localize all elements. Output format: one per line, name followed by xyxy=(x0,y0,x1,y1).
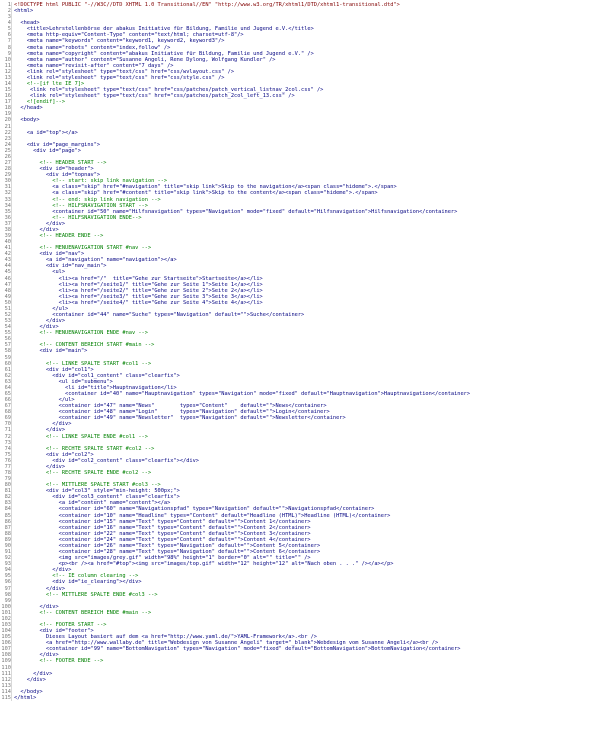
source-code-view: 1 2 3 4 5 6 7 8 9 10 11 12 13 14 15 16 17 18 19 20 21 22 23 24 2… xyxy=(0,0,600,753)
line-number-gutter: 1 2 3 4 5 6 7 8 9 10 11 12 13 14 15 16 17 18 19 20 21 22 23 24 2… xyxy=(0,2,12,701)
line-number: 100 xyxy=(1,603,11,610)
line-number: 114 xyxy=(1,688,11,695)
line-number: 112 xyxy=(1,676,11,683)
line-number: 113 xyxy=(1,682,11,689)
line-number: 109 xyxy=(1,658,11,665)
code-line: </html> xyxy=(14,694,37,701)
line-number: 111 xyxy=(1,670,11,677)
line-number: 101 xyxy=(1,609,11,616)
line-number: 110 xyxy=(1,664,11,671)
line-number: 115 xyxy=(1,694,11,701)
code-area[interactable]: <!DOCTYPE html PUBLIC "-//W3C//DTD XHTML… xyxy=(14,2,600,701)
